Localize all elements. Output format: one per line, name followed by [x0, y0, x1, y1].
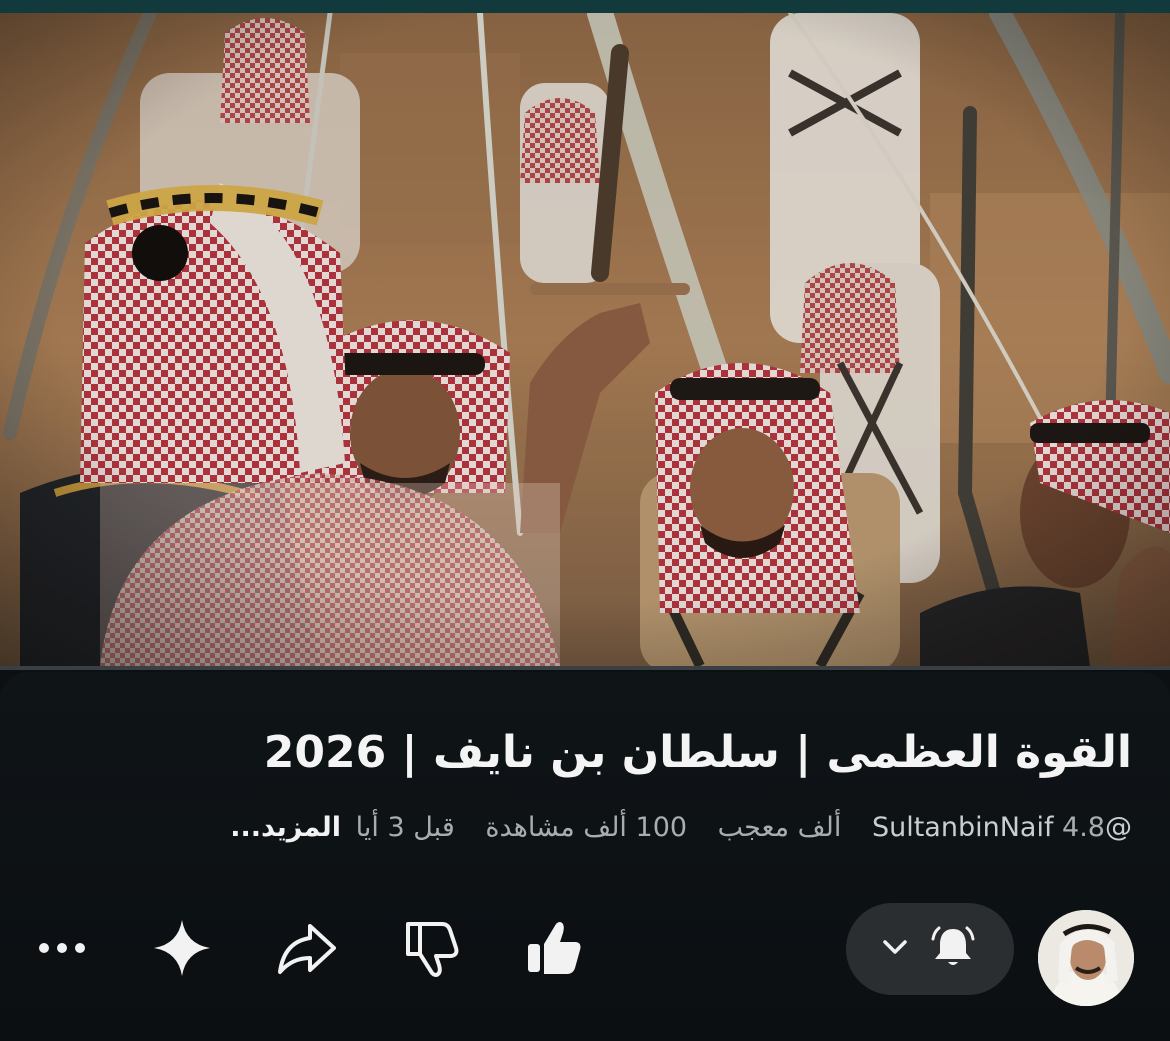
- video-watch-screen: القوة العظمى | سلطان بن نايف | 2026 @Sul…: [0, 0, 1170, 1041]
- like-button[interactable]: [518, 914, 590, 986]
- channel-avatar[interactable]: [1038, 910, 1134, 1006]
- thumbs-down-icon: [398, 916, 462, 984]
- video-progress-bar[interactable]: [0, 666, 1170, 670]
- dislike-button[interactable]: [394, 914, 466, 986]
- bell-ringing-icon: [927, 921, 979, 977]
- chevron-down-icon: [881, 937, 909, 961]
- video-frame-thumbnail: [0, 13, 1170, 666]
- views-count: 100 ألف مشاهدة: [485, 812, 688, 843]
- share-arrow-icon: [274, 916, 338, 984]
- thumbs-up-icon: [522, 916, 586, 984]
- more-dots-icon: [34, 938, 90, 962]
- sparkle-icon: [150, 916, 214, 984]
- status-bar-edge: [0, 0, 1170, 13]
- video-title[interactable]: القوة العظمى | سلطان بن نايف | 2026: [42, 725, 1132, 781]
- upload-time: قبل 3 أيا: [355, 812, 455, 843]
- more-options-button[interactable]: [26, 914, 98, 986]
- ask-ai-button[interactable]: [146, 914, 218, 986]
- subscribe-notifications-pill[interactable]: [846, 903, 1014, 995]
- share-button[interactable]: [270, 914, 342, 986]
- video-meta-row[interactable]: @SultanbinNaif 4.8 ألف معجب 100 ألف مشاه…: [42, 808, 1132, 848]
- video-player[interactable]: [0, 13, 1170, 666]
- avatar-image: [1038, 910, 1134, 1006]
- more-link[interactable]: المزيد...: [230, 812, 341, 843]
